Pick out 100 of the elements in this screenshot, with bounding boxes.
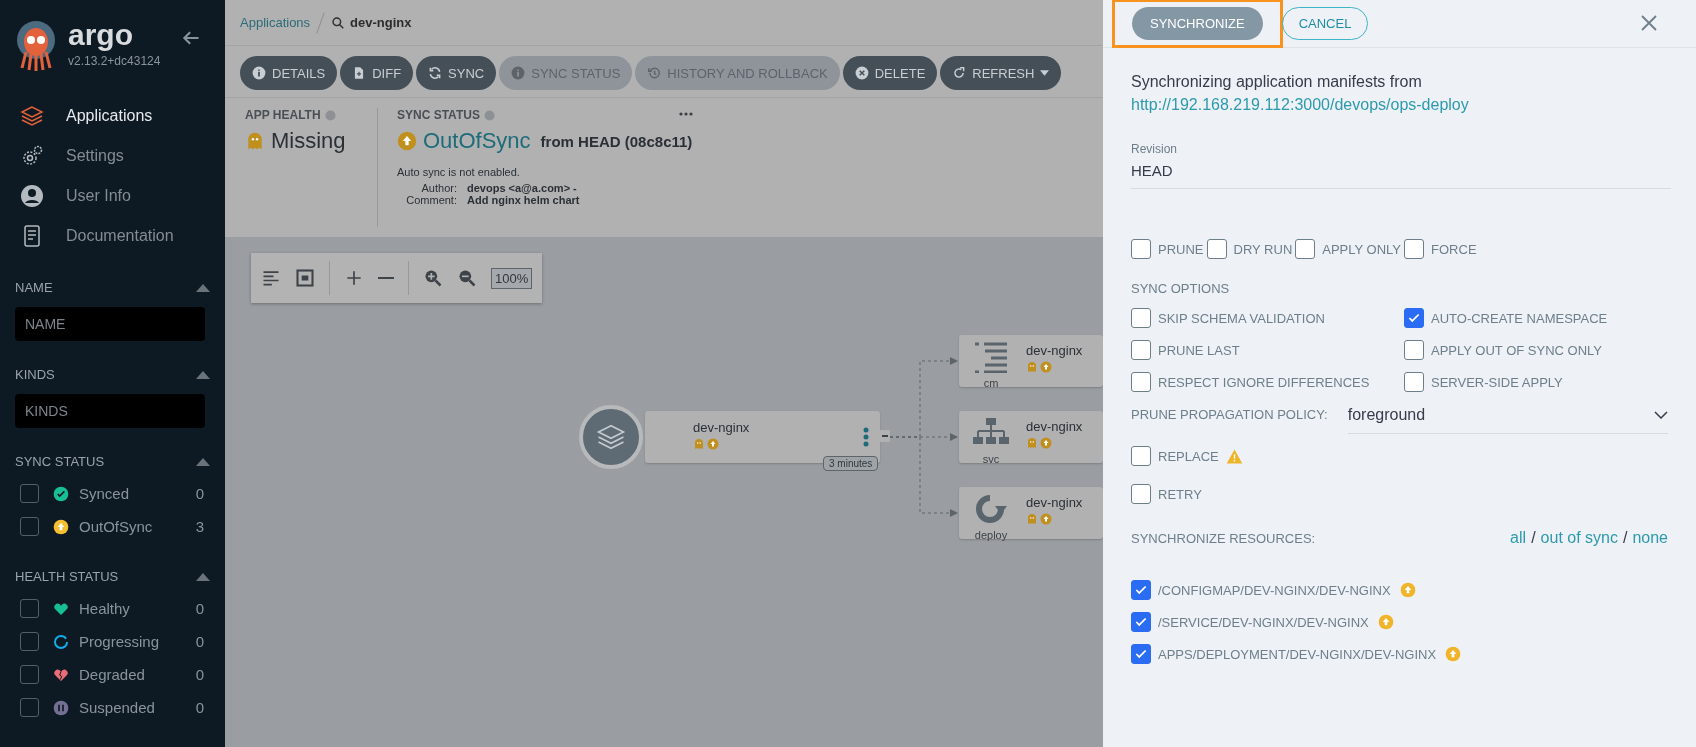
checkbox[interactable]	[1131, 446, 1151, 466]
filter-count: 3	[195, 518, 204, 535]
filter-title: KINDS	[15, 367, 55, 382]
resource-card[interactable]: cm dev-nginx	[959, 335, 1103, 387]
synchronize-button[interactable]: SYNCHRONIZE	[1132, 7, 1263, 40]
repo-link[interactable]: http://192.168.219.112:3000/devops/ops-deploy	[1131, 96, 1668, 114]
filter-field[interactable]: NAME	[15, 307, 205, 341]
filter-label: Suspended	[79, 699, 156, 716]
checkbox[interactable]	[1404, 308, 1424, 328]
checkbox[interactable]	[1131, 612, 1151, 632]
filter-label: Progressing	[79, 633, 161, 650]
checkbox-option[interactable]: /CONFIGMAP/DEV-NGINX/DEV-NGINX	[1131, 580, 1391, 600]
version-text: v2.13.2+dc43124	[68, 54, 161, 68]
select-link[interactable]: none	[1632, 529, 1668, 546]
checkbox-option[interactable]: REPLACE	[1131, 446, 1219, 466]
filter-title: SYNC STATUS	[15, 454, 105, 469]
checkbox[interactable]	[1131, 644, 1151, 664]
checkbox[interactable]	[1404, 340, 1424, 360]
zoom-in-icon	[423, 268, 443, 288]
checkbox[interactable]	[1131, 239, 1151, 259]
kind-label: cm	[982, 377, 1000, 389]
ghost-icon	[1026, 361, 1038, 373]
resource-card[interactable]: deploy dev-nginx	[959, 487, 1103, 539]
section-title: SYNC STATUS	[397, 108, 480, 122]
checkbox[interactable]	[20, 665, 39, 684]
section-title: SYNCHRONIZE RESOURCES:	[1131, 530, 1316, 546]
resource-card[interactable]: svc dev-nginx	[959, 411, 1103, 463]
check-icon	[1134, 615, 1148, 629]
zoom-out-icon	[457, 268, 477, 288]
filter-count: 0	[195, 699, 204, 716]
policy-select[interactable]: foreground	[1347, 406, 1668, 434]
checkbox[interactable]	[1206, 239, 1227, 259]
octopus-logo	[14, 20, 58, 72]
history-icon	[647, 66, 662, 80]
caret-icon	[1040, 70, 1050, 76]
refresh-icon	[952, 66, 967, 80]
checkbox-option[interactable]: PRUNE	[1131, 239, 1204, 259]
action-button[interactable]: DIFF	[340, 56, 414, 90]
checkbox[interactable]	[1404, 239, 1425, 259]
checkbox-option[interactable]: AUTO-CREATE NAMESPACE	[1404, 308, 1665, 328]
checkbox-option[interactable]: APPLY ONLY	[1295, 239, 1402, 259]
select-link[interactable]: all	[1510, 529, 1527, 546]
checkbox[interactable]	[1131, 308, 1151, 328]
more-icon[interactable]	[679, 112, 693, 116]
ring-icon	[53, 633, 69, 650]
close-icon	[1640, 14, 1658, 32]
search-icon	[331, 15, 346, 30]
checkbox-option[interactable]: FORCE	[1404, 239, 1477, 259]
collapse-icon[interactable]	[196, 457, 210, 466]
checkbox[interactable]	[1295, 239, 1316, 259]
filter-count: 0	[195, 485, 204, 502]
checkbox-option[interactable]: APPLY OUT OF SYNC ONLY	[1404, 340, 1665, 360]
close-button[interactable]	[1640, 14, 1658, 32]
checkbox-option[interactable]: APPS/DEPLOYMENT/DEV-NGINX/DEV-NGINX	[1131, 644, 1437, 664]
revision-text: from HEAD (08c8c11)	[540, 132, 693, 150]
revision-field[interactable]: HEAD	[1131, 156, 1671, 189]
separator-text: /	[1531, 529, 1536, 546]
action-button[interactable]: DETAILS	[240, 56, 338, 90]
action-button[interactable]: SYNC	[416, 56, 497, 90]
checkbox[interactable]	[20, 484, 39, 503]
checkbox[interactable]	[20, 632, 39, 651]
checkbox-option[interactable]: RETRY	[1131, 484, 1665, 504]
nav-item[interactable]: Applications	[0, 98, 225, 134]
checkbox-option[interactable]: /SERVICE/DEV-NGINX/DEV-NGINX	[1131, 612, 1369, 632]
breadcrumb-link[interactable]: Applications	[240, 15, 311, 30]
filter-field[interactable]: KINDS	[15, 394, 205, 428]
collapse-toggle[interactable]	[880, 430, 890, 442]
checkbox-option[interactable]: RESPECT IGNORE DIFFERENCES	[1131, 372, 1401, 392]
list-icon	[973, 341, 1009, 373]
checkbox[interactable]	[1131, 484, 1151, 504]
rotate-icon	[973, 493, 1009, 525]
checkbox[interactable]	[1404, 372, 1424, 392]
ghost-icon	[1026, 437, 1038, 449]
nav-item[interactable]: User Info	[0, 178, 225, 214]
checkbox[interactable]	[20, 517, 39, 536]
checkbox-option[interactable]: DRY RUN	[1206, 239, 1293, 259]
checkbox[interactable]	[20, 599, 39, 618]
action-button[interactable]: DELETE	[842, 56, 938, 90]
node-name: dev-nginx	[1026, 343, 1083, 358]
checkbox[interactable]	[20, 698, 39, 717]
checkbox[interactable]	[1131, 372, 1151, 392]
collapse-icon[interactable]	[196, 370, 210, 379]
check-icon	[1407, 311, 1421, 325]
nav-item[interactable]: Documentation	[0, 218, 225, 254]
kebab-icon[interactable]	[863, 427, 869, 447]
collapse-icon[interactable]	[196, 283, 210, 292]
pause-circle-icon	[53, 699, 69, 716]
checkbox[interactable]	[1131, 580, 1151, 600]
checkbox-option[interactable]: PRUNE LAST	[1131, 340, 1401, 360]
field-label: Revision	[1131, 142, 1179, 156]
select-link[interactable]: out of sync	[1540, 529, 1618, 546]
nav-item[interactable]: Settings	[0, 138, 225, 174]
action-button[interactable]: REFRESH	[940, 56, 1062, 90]
checkbox-option[interactable]: SKIP SCHEMA VALIDATION	[1131, 308, 1401, 328]
filter-count: 0	[195, 633, 204, 650]
checkbox-option[interactable]: SERVER-SIDE APPLY	[1404, 372, 1665, 392]
align-left-icon	[261, 268, 281, 288]
checkbox[interactable]	[1131, 340, 1151, 360]
up-arrow-icon	[1040, 361, 1052, 373]
collapse-icon[interactable]	[196, 572, 210, 581]
